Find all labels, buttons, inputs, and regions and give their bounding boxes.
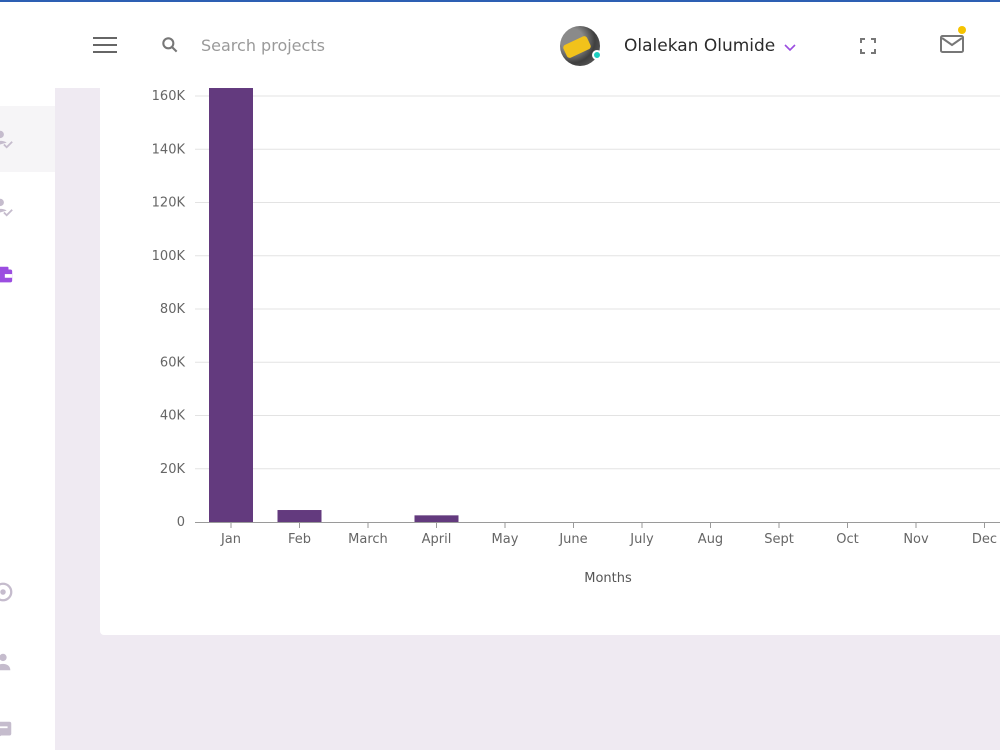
y-tick-label: 40K	[160, 409, 186, 424]
online-status-dot	[592, 50, 602, 60]
y-tick-label: 100K	[152, 249, 186, 264]
message-icon	[0, 721, 12, 737]
person-check-icon	[0, 198, 13, 217]
x-tick-label: Oct	[836, 532, 858, 547]
y-tick-label: 80K	[160, 302, 186, 317]
y-tick-label: 60K	[160, 355, 186, 370]
x-tick-label: Feb	[288, 532, 311, 547]
search-icon[interactable]	[160, 35, 180, 55]
avatar[interactable]	[560, 26, 602, 66]
wallet-icon	[0, 266, 13, 283]
support-icon	[0, 582, 13, 602]
mail-button[interactable]	[940, 26, 966, 59]
sidebar-item-support[interactable]	[0, 559, 55, 625]
user-menu[interactable]: Olalekan Olumide	[560, 24, 796, 68]
sidebar-item-person[interactable]	[0, 629, 55, 695]
y-tick-label: 0	[177, 515, 185, 530]
x-tick-label: May	[492, 532, 519, 547]
sidebar-item-wallet[interactable]	[0, 242, 55, 308]
x-tick-label: Aug	[698, 532, 723, 547]
y-tick-label: 160K	[152, 89, 186, 104]
y-tick-label: 20K	[160, 462, 186, 477]
sidebar-item-person-check[interactable]	[0, 106, 55, 172]
y-tick-label: 140K	[152, 142, 186, 157]
person-icon	[0, 653, 11, 671]
top-header: Olalekan Olumide	[55, 2, 1000, 88]
x-tick-label: Jan	[220, 532, 241, 547]
x-tick-label: Nov	[903, 532, 929, 547]
sidebar-item-message[interactable]	[0, 697, 55, 750]
x-tick-label: Sept	[764, 532, 794, 547]
x-tick-label: March	[348, 532, 388, 547]
x-axis-title: Months	[584, 571, 632, 586]
menu-icon[interactable]	[93, 36, 117, 54]
bar	[277, 510, 322, 522]
chevron-down-icon[interactable]	[784, 44, 796, 52]
bar	[209, 88, 253, 522]
mail-icon	[940, 35, 964, 53]
bar-chart: 0 20K 40K 60K 80K 100K 120K 140K 160K Jan Feb March…	[152, 88, 1000, 586]
x-tick-label: July	[629, 532, 654, 547]
fullscreen-icon[interactable]	[860, 38, 876, 54]
sidebar-item-person-check-2[interactable]	[0, 174, 55, 240]
x-tick-label: Dec	[972, 532, 997, 547]
sidebar	[0, 2, 55, 750]
person-check-icon	[0, 130, 13, 149]
x-tick-label: June	[558, 532, 587, 547]
x-tick-label: April	[422, 532, 452, 547]
notification-dot	[958, 26, 966, 34]
y-tick-label: 120K	[152, 196, 186, 211]
chart-card: 0 20K 40K 60K 80K 100K 120K 140K 160K Jan Feb March…	[100, 88, 1000, 635]
user-name: Olalekan Olumide	[624, 36, 776, 56]
search-input[interactable]	[201, 30, 481, 60]
bar	[414, 515, 459, 522]
